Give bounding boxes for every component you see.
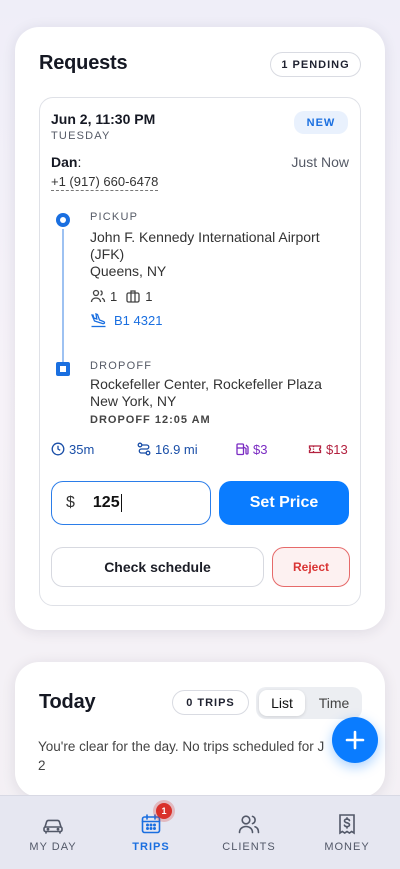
tab-money-label: MONEY	[324, 841, 370, 853]
distance-value: 16.9 mi	[155, 441, 198, 457]
toll-cost: $13	[326, 441, 348, 457]
dropoff-place: Rockefeller Center, Rockefeller Plaza Ne…	[90, 376, 322, 410]
dropoff-place-name: Rockefeller Center, Rockefeller Plaza	[90, 376, 322, 392]
duration-value: 35m	[69, 441, 95, 457]
route-line	[62, 229, 64, 362]
tab-trips-label: TRIPS	[132, 841, 170, 853]
flight-arrival-icon	[90, 312, 107, 328]
stat-distance: 16.9 mi	[137, 440, 198, 458]
request-datetime: Jun 2, 11:30 PM	[51, 111, 156, 127]
dropoff-label: DROPOFF	[90, 360, 153, 372]
dropoff-city: New York, NY	[90, 393, 177, 409]
stat-fuel: $3	[235, 440, 267, 458]
pickup-place: John F. Kennedy International Airport (J…	[90, 229, 320, 280]
text-caret	[120, 494, 123, 512]
empty-message-line1: You're clear for the day. No trips sched…	[38, 739, 325, 754]
flight-info[interactable]: B1 4321	[90, 311, 162, 329]
requests-card: Requests 1 PENDING Jun 2, 11:30 PM TUESD…	[15, 27, 385, 630]
view-option-time[interactable]: Time	[308, 690, 360, 716]
request-card[interactable]: Jun 2, 11:30 PM TUESDAY NEW Dan: Just No…	[39, 97, 361, 606]
currency-symbol: $	[66, 494, 75, 511]
check-schedule-button[interactable]: Check schedule	[51, 547, 264, 587]
pending-count-badge[interactable]: 1 PENDING	[270, 52, 361, 77]
dropoff-time: DROPOFF 12:05 AM	[90, 414, 211, 426]
fuel-cost: $3	[253, 441, 268, 457]
receipt-dollar-icon	[335, 812, 359, 836]
users-icon	[237, 812, 261, 836]
dropoff-marker-icon	[56, 362, 70, 376]
client-row: Dan:	[51, 154, 81, 170]
plus-icon	[344, 729, 366, 751]
client-phone-link[interactable]: +1 (917) 660-6478	[51, 174, 159, 191]
view-toggle[interactable]: List Time	[256, 687, 362, 719]
trips-notification-badge: 1	[156, 803, 172, 819]
tab-clients[interactable]: CLIENTS	[199, 796, 299, 869]
today-empty-message: You're clear for the day. No trips sched…	[38, 737, 338, 775]
price-input[interactable]: $ 125	[51, 481, 211, 525]
tab-clients-label: CLIENTS	[222, 841, 276, 853]
tab-money[interactable]: MONEY	[297, 796, 397, 869]
tab-trips[interactable]: 1 TRIPS	[101, 796, 201, 869]
client-colon: :	[77, 154, 82, 170]
car-icon	[41, 812, 65, 836]
route-icon	[137, 442, 151, 456]
luggage-icon	[125, 288, 141, 304]
pickup-capacity: 1 1	[90, 287, 152, 305]
passenger-count: 1	[110, 288, 118, 304]
received-time: Just Now	[291, 154, 349, 170]
stat-toll: $13	[308, 440, 348, 458]
clock-icon	[51, 442, 65, 456]
passenger-icon	[90, 288, 106, 304]
luggage-count: 1	[145, 288, 153, 304]
flight-number: B1 4321	[114, 312, 163, 328]
stat-duration: 35m	[51, 440, 94, 458]
request-weekday: TUESDAY	[51, 130, 111, 142]
trips-count-badge: 0 TRIPS	[172, 690, 249, 715]
set-price-button[interactable]: Set Price	[219, 481, 349, 525]
new-status-badge: NEW	[294, 111, 348, 134]
fuel-pump-icon	[235, 442, 249, 456]
tab-my-day[interactable]: MY DAY	[3, 796, 103, 869]
pickup-place-line2: (JFK)	[90, 246, 125, 262]
reject-button[interactable]: Reject	[272, 547, 350, 587]
requests-title: Requests	[39, 52, 128, 74]
client-name: Dan	[51, 154, 78, 170]
pickup-city: Queens, NY	[90, 263, 167, 279]
today-card: Today 0 TRIPS List Time You're clear for…	[15, 662, 385, 797]
price-value: 125	[92, 494, 120, 511]
pickup-marker-icon	[56, 213, 70, 227]
empty-message-line2: 2	[38, 758, 46, 773]
add-trip-button[interactable]	[332, 717, 378, 763]
tab-my-day-label: MY DAY	[29, 841, 77, 853]
pickup-label: PICKUP	[90, 211, 139, 223]
bottom-tab-bar: MY DAY 1 TRIPS CLIENTS MONEY	[0, 795, 400, 869]
toll-ticket-icon	[308, 442, 322, 456]
today-title: Today	[39, 691, 96, 713]
pickup-place-line1: John F. Kennedy International Airport	[90, 229, 320, 245]
view-option-list[interactable]: List	[259, 690, 305, 716]
